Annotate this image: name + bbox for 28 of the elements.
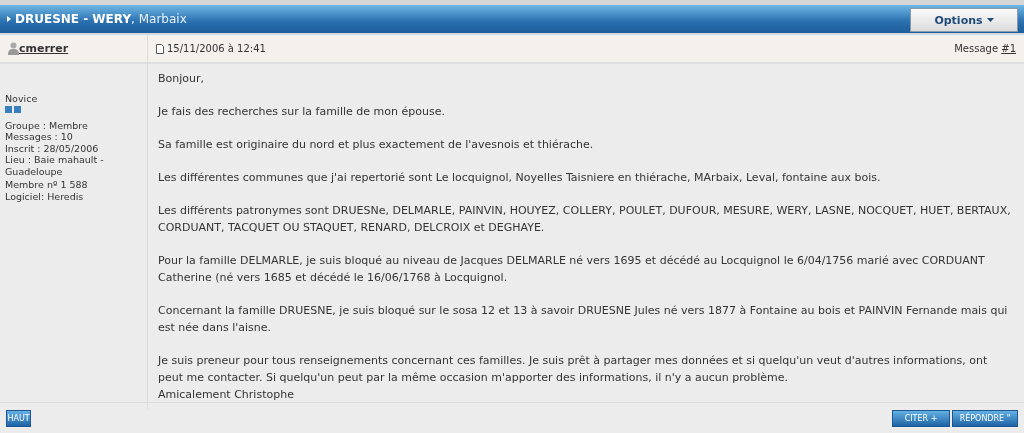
caret-icon — [986, 18, 994, 22]
topic-title: DRUESNE - WERY, Marbaix — [15, 12, 187, 26]
message-paragraph: Les différents patronymes sont DRUESNe, DELMARLE, PAINVIN, HOUYEZ, COLLERY, POULET, DUFOUR, MESURE, WERY, LASNE, NOCQUET, HUET, BERTAUX, CORDUANT, TACQUET OU STAQUET, RENARD, DELCROIX et DEGHAYE. — [158, 203, 1012, 236]
user-icon — [8, 42, 19, 55]
message-label: Message — [954, 43, 999, 54]
message-link[interactable]: #1 — [1001, 43, 1016, 54]
message-paragraph: Concernant la famille DRUESNE, je suis bloqué sur le sosa 12 et 13 à savoir DRUESNE Jules né vers 1877 à Fontaine au bois et PAINVIN Fernande mais qui est née dans l'aisne. — [158, 303, 1009, 336]
caret-icon — [7, 16, 11, 22]
profile-detail: Lieu : Baie mahault - Guadeloupe — [5, 154, 105, 177]
quote-button[interactable]: CITER + — [892, 409, 950, 427]
message-paragraph: Pour la famille DELMARLE, je suis bloqué au niveau de Jacques DELMARLE né vers 1695 et décédé au Locquignol le 6/04/1756 marié avec CORDUANT Catherine (né vers 1685 et décédé le 16/06/1768 à Locquignol. — [158, 253, 986, 286]
message-paragraph: Sa famille est originaire du nord et plus exactement de l'avesnois et thiérache. — [158, 137, 595, 153]
message-paragraph: Bonjour, — [158, 71, 206, 87]
message-paragraph: Je suis preneur pour tous renseignements concernant ces familles. Je suis prêt à partager mes données et si quelqu'un veut d'autres informations, ont peut me contacter. Si quelqu'un peut par la même occasion m'apporter des informations, il n'y a aucun problème. — [158, 353, 989, 386]
profile-detail: Messages : 10 — [5, 131, 74, 143]
message-paragraph: Je fais des recherches sur la famille de mon épouse. — [158, 104, 446, 120]
post-date: 15/11/2006 à 12:41 — [167, 43, 266, 54]
message-signature: Amicalement Christophe — [158, 387, 295, 403]
rank-pips-icon — [5, 105, 22, 113]
message-paragraph: Les différentes communes que j'ai repertorié sont Le locquignol, Noyelles Taisniere en thiérache, MArbaix, Leval, fontaine aux bois. — [158, 170, 882, 186]
profile-detail: Logiciel: Heredis — [5, 190, 85, 202]
profile-detail: Membre nº 1 588 — [5, 179, 89, 191]
document-icon — [156, 43, 164, 54]
author-link[interactable]: cmerrer — [19, 42, 69, 55]
profile-detail: Groupe : Membre — [5, 119, 89, 131]
profile-detail: Inscrit : 28/05/2006 — [5, 142, 100, 154]
options-button[interactable]: Options — [910, 8, 1018, 32]
user-rank: Novice — [5, 93, 39, 105]
